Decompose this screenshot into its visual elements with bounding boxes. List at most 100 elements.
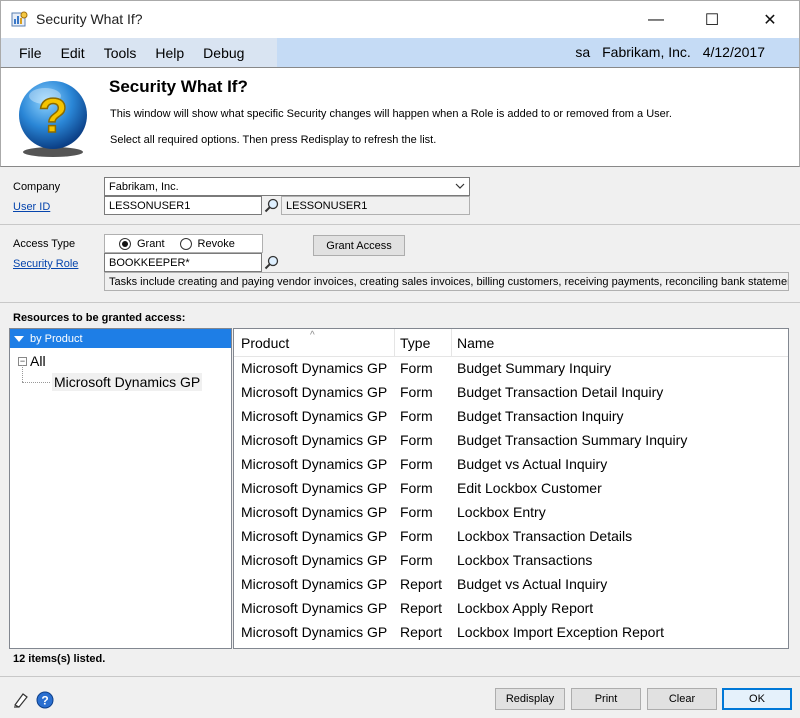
row-name: Edit Lockbox Customer xyxy=(457,480,602,496)
row-type: Form xyxy=(400,528,433,544)
row-product: Microsoft Dynamics GP xyxy=(241,576,388,592)
row-name: Budget Summary Inquiry xyxy=(457,360,612,376)
company-value: Fabrikam, Inc. xyxy=(109,181,179,193)
table-row[interactable]: Microsoft Dynamics GP Form Lockbox Transac… xyxy=(234,525,788,549)
header-instruction: Select all required options. Then press … xyxy=(110,134,437,146)
column-name[interactable]: Name xyxy=(457,335,494,351)
role-description: Tasks include creating and paying vendor… xyxy=(104,272,789,291)
minimize-button[interactable]: — xyxy=(627,1,685,39)
security-role-input[interactable]: BOOKKEEPER* xyxy=(104,253,262,272)
grant-radio[interactable] xyxy=(119,237,131,250)
row-type: Report xyxy=(400,624,443,640)
row-name: Budget Transaction Detail Inquiry xyxy=(457,384,664,400)
security-role-lookup-button[interactable] xyxy=(263,253,281,272)
window-header: ? Security What If? This window will sho… xyxy=(0,67,800,167)
revoke-label[interactable]: Revoke xyxy=(198,238,235,250)
company-label: Company xyxy=(13,181,61,193)
table-row[interactable]: Microsoft Dynamics GP Form Lockbox Transac… xyxy=(234,549,788,573)
row-product: Microsoft Dynamics GP xyxy=(241,432,388,448)
resources-grid: ^ Product Type Name Microsoft Dynamics G… xyxy=(233,328,789,649)
help-icon[interactable]: ? xyxy=(36,691,54,709)
row-type: Form xyxy=(400,432,433,448)
menu-edit[interactable]: Edit xyxy=(61,45,85,61)
header-title: Security What If? xyxy=(109,77,248,96)
row-type: Form xyxy=(400,456,433,472)
grant-label[interactable]: Grant xyxy=(137,238,165,250)
row-product: Microsoft Dynamics GP xyxy=(241,552,388,568)
row-name: Lockbox Transaction Details xyxy=(457,528,633,544)
maximize-button[interactable]: ☐ xyxy=(683,1,741,39)
chevron-down-icon xyxy=(455,183,465,189)
column-type[interactable]: Type xyxy=(400,335,430,351)
dropdown-arrow-icon xyxy=(14,335,24,342)
table-row[interactable]: Microsoft Dynamics GP Form Lockbox Entry xyxy=(234,501,788,525)
row-name: Lockbox Entry xyxy=(457,504,546,520)
column-divider[interactable] xyxy=(394,329,395,357)
ok-button[interactable]: OK xyxy=(722,688,792,710)
grid-header: ^ Product Type Name xyxy=(234,329,788,357)
row-name: Budget vs Actual Inquiry xyxy=(457,576,608,592)
svg-text:?: ? xyxy=(41,694,48,708)
row-type: Form xyxy=(400,480,433,496)
clear-button[interactable]: Clear xyxy=(647,688,717,710)
magnifier-icon xyxy=(264,198,279,212)
row-product: Microsoft Dynamics GP xyxy=(241,504,388,520)
row-product: Microsoft Dynamics GP xyxy=(241,384,388,400)
table-row[interactable]: Microsoft Dynamics GP Form Edit Lockbox Cu… xyxy=(234,477,788,501)
grant-access-button[interactable]: Grant Access xyxy=(313,235,405,256)
row-product: Microsoft Dynamics GP xyxy=(241,480,388,496)
menu-bar: File Edit Tools Help Debug sa Fabrikam, … xyxy=(0,38,800,67)
row-name: Budget Transaction Inquiry xyxy=(457,408,624,424)
menu-file[interactable]: File xyxy=(19,45,42,61)
row-type: Form xyxy=(400,408,433,424)
table-row[interactable]: Microsoft Dynamics GP Form Budget Transact… xyxy=(234,381,788,405)
table-row[interactable]: Microsoft Dynamics GP Report Budget vs Act… xyxy=(234,573,788,597)
user-id-lookup-button[interactable] xyxy=(263,196,281,215)
session-company: Fabrikam, Inc. xyxy=(602,44,691,60)
view-selector[interactable]: by Product xyxy=(10,329,231,348)
row-product: Microsoft Dynamics GP xyxy=(241,600,388,616)
security-role-link[interactable]: Security Role xyxy=(13,258,78,270)
resources-label: Resources to be granted access: xyxy=(13,312,186,324)
separator xyxy=(0,224,800,225)
item-count: 12 items(s) listed. xyxy=(13,653,106,665)
close-button[interactable]: ✕ xyxy=(741,1,799,39)
tree-connector xyxy=(22,365,23,382)
table-row[interactable]: Microsoft Dynamics GP Report Lockbox Impor… xyxy=(234,621,788,645)
note-icon[interactable] xyxy=(12,691,30,709)
column-product[interactable]: Product xyxy=(241,335,289,351)
row-name: Lockbox Import Exception Report xyxy=(457,624,664,640)
row-name: Budget Transaction Summary Inquiry xyxy=(457,432,688,448)
menu-tools[interactable]: Tools xyxy=(104,45,137,61)
tree-node-product[interactable]: Microsoft Dynamics GP xyxy=(52,373,203,391)
svg-text:?: ? xyxy=(38,90,67,143)
row-name: Lockbox Apply Report xyxy=(457,600,594,616)
row-name: Lockbox Transactions xyxy=(457,552,593,568)
title-bar: Security What If? — ☐ ✕ xyxy=(0,0,800,38)
row-product: Microsoft Dynamics GP xyxy=(241,456,388,472)
tree-node-all-label: All xyxy=(30,353,46,369)
redisplay-button[interactable]: Redisplay xyxy=(495,688,565,710)
table-row[interactable]: Microsoft Dynamics GP Form Budget Summary … xyxy=(234,357,788,381)
table-row[interactable]: Microsoft Dynamics GP Report Lockbox Apply… xyxy=(234,597,788,621)
column-divider[interactable] xyxy=(451,329,452,357)
company-select[interactable]: Fabrikam, Inc. xyxy=(104,177,470,196)
session-user: sa xyxy=(575,44,591,60)
table-row[interactable]: Microsoft Dynamics GP Form Budget Transact… xyxy=(234,429,788,453)
revoke-radio[interactable] xyxy=(179,237,192,250)
row-product: Microsoft Dynamics GP xyxy=(241,624,388,640)
print-button[interactable]: Print xyxy=(571,688,641,710)
user-name-display: LESSONUSER1 xyxy=(281,196,470,215)
table-row[interactable]: Microsoft Dynamics GP Form Budget Transact… xyxy=(234,405,788,429)
menu-help[interactable]: Help xyxy=(155,45,184,61)
user-id-input[interactable]: LESSONUSER1 xyxy=(104,196,262,215)
table-row[interactable]: Microsoft Dynamics GP Form Budget vs Actua… xyxy=(234,453,788,477)
security-window-icon xyxy=(11,11,28,27)
row-type: Report xyxy=(400,576,443,592)
separator xyxy=(0,302,800,303)
menu-debug[interactable]: Debug xyxy=(203,45,244,61)
row-type: Form xyxy=(400,504,433,520)
row-type: Form xyxy=(400,384,433,400)
question-mark-globe-icon: ? xyxy=(19,81,87,157)
user-id-link[interactable]: User ID xyxy=(13,201,50,213)
